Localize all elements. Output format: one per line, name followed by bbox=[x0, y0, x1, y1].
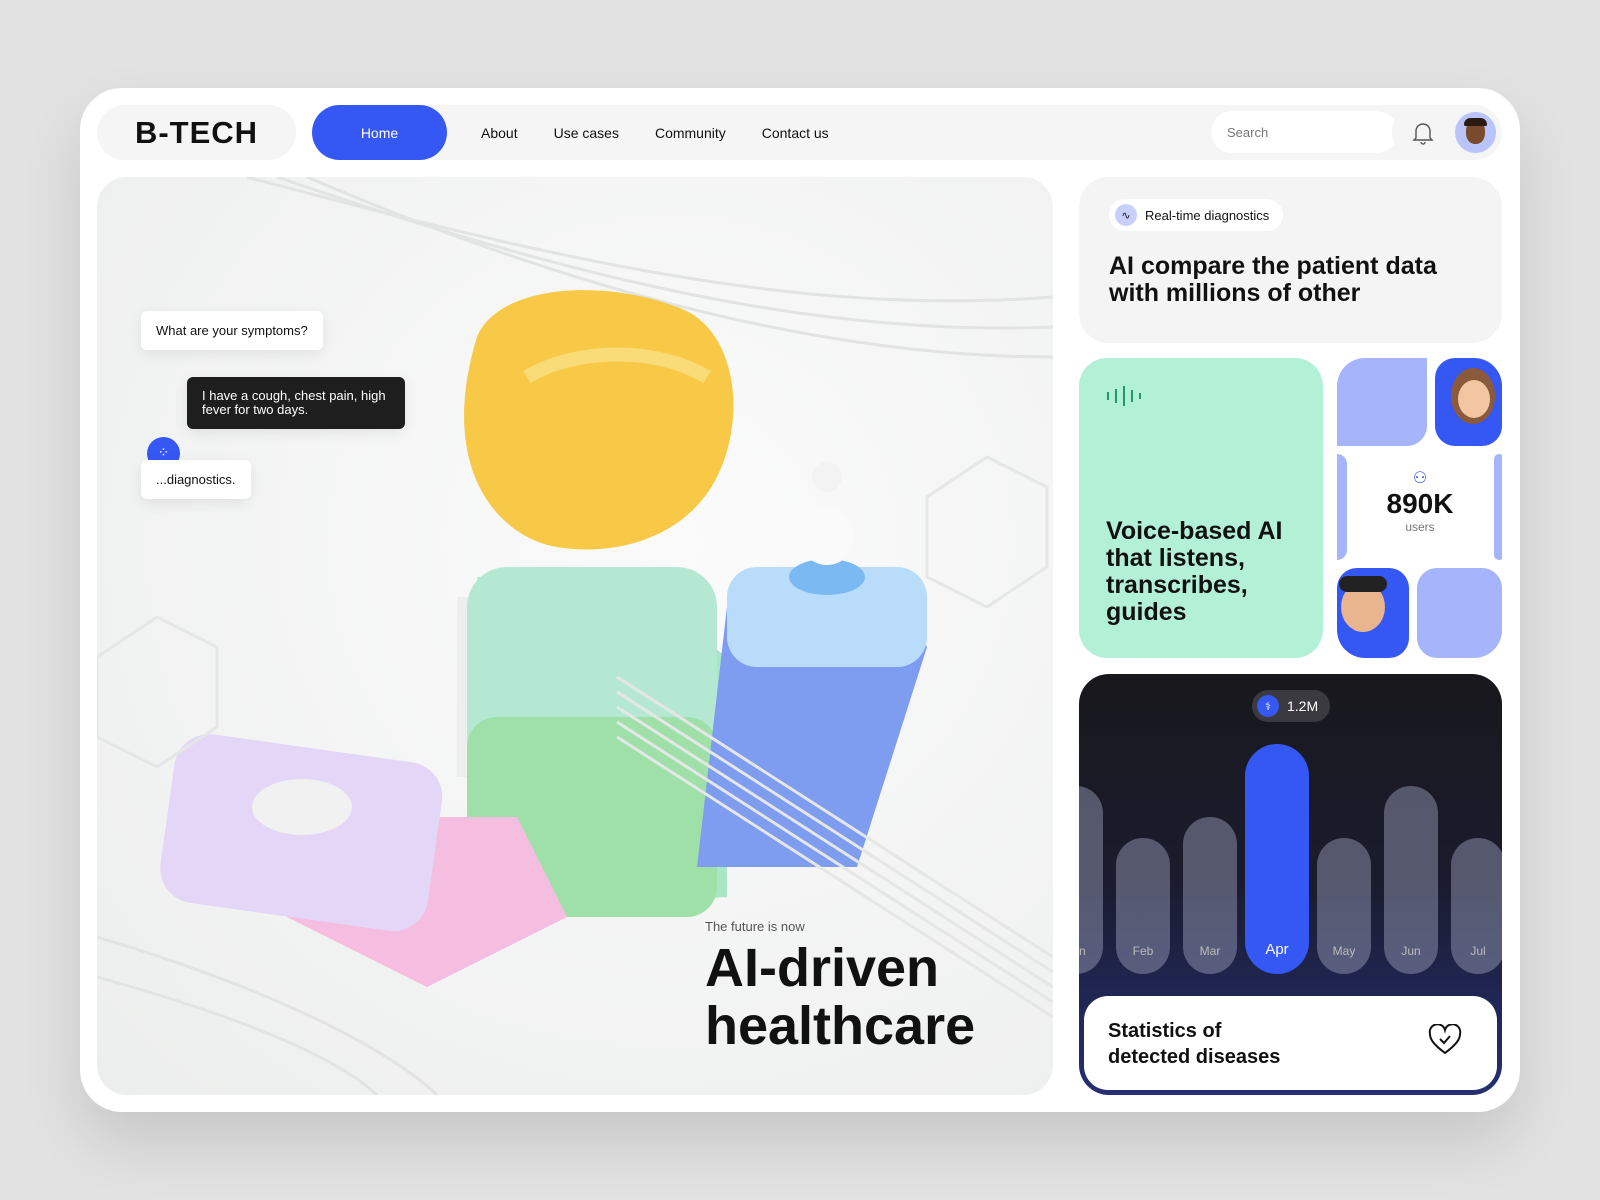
bar-jun[interactable]: Jun bbox=[1384, 786, 1438, 974]
diagnostics-card[interactable]: ∿ Real-time diagnostics AI compare the pa… bbox=[1079, 177, 1502, 343]
logo[interactable]: B-TECH bbox=[97, 105, 296, 160]
voice-title: Voice-based AI that listens, transcribes… bbox=[1106, 517, 1283, 626]
users-label: users bbox=[1405, 520, 1435, 534]
chat-bubble-reply: I have a cough, chest pain, high fever f… bbox=[187, 377, 405, 429]
hero-title-line: AI-driven bbox=[705, 938, 940, 998]
avatar-man bbox=[1337, 568, 1409, 658]
nav-community[interactable]: Community bbox=[655, 125, 726, 141]
pulse-icon: ∿ bbox=[1115, 204, 1137, 226]
top-nav: Home About Use cases Community Contact u… bbox=[312, 105, 1455, 160]
tooltip-value: 1.2M bbox=[1287, 698, 1319, 714]
bar-label: Apr bbox=[1265, 941, 1289, 958]
voice-card[interactable]: Voice-based AI that listens, transcribes… bbox=[1079, 358, 1323, 658]
waveform-icon bbox=[1107, 386, 1141, 406]
search-input[interactable] bbox=[1211, 111, 1398, 153]
hero-title: AI-driven healthcare bbox=[705, 939, 975, 1055]
nav-home[interactable]: Home bbox=[312, 105, 447, 160]
badge-label: Real-time diagnostics bbox=[1145, 207, 1270, 223]
bar-label: Jan bbox=[1079, 943, 1086, 958]
bar-jan[interactable]: Jan bbox=[1079, 786, 1103, 974]
users-value: 890K bbox=[1386, 488, 1454, 519]
avatar[interactable] bbox=[1455, 112, 1496, 153]
stats-title-line: Statistics of bbox=[1108, 1020, 1222, 1042]
stethoscope-icon: ⚕ bbox=[1257, 695, 1279, 717]
hero-eyebrow: The future is now bbox=[705, 919, 805, 934]
chat-bubble-question: What are your symptoms? bbox=[141, 311, 323, 350]
bar-label: May bbox=[1332, 943, 1356, 958]
nav-about[interactable]: About bbox=[481, 125, 518, 141]
hero-banner: What are your symptoms? I have a cough, … bbox=[97, 177, 1053, 1095]
bar-may[interactable]: May bbox=[1317, 837, 1371, 974]
bar-label: Jul bbox=[1470, 943, 1486, 958]
stats-title: Statistics of detected diseases bbox=[1108, 1018, 1280, 1070]
nav-use-cases[interactable]: Use cases bbox=[554, 125, 619, 141]
app-frame: B-TECH Home About Use cases Community Co… bbox=[80, 88, 1520, 1112]
bar-label: Mar bbox=[1199, 943, 1221, 958]
nav-contact[interactable]: Contact us bbox=[762, 125, 829, 141]
avatar-woman bbox=[1435, 358, 1502, 446]
bar-mar[interactable]: Mar bbox=[1183, 816, 1237, 974]
hero-title-line: healthcare bbox=[705, 996, 976, 1056]
diagnostics-badge: ∿ Real-time diagnostics bbox=[1109, 199, 1284, 231]
users-card[interactable]: ⚇ 890K users bbox=[1337, 358, 1502, 658]
user-icon: ⚇ bbox=[1412, 470, 1428, 487]
bar-label: Jun bbox=[1401, 943, 1421, 958]
users-stat: ⚇ 890K users bbox=[1355, 456, 1485, 556]
stats-title-line: detected diseases bbox=[1108, 1046, 1281, 1068]
user-area bbox=[1392, 105, 1502, 160]
diagnostics-title: AI compare the patient data with million… bbox=[1109, 252, 1437, 307]
bar-label: Feb bbox=[1132, 943, 1154, 958]
bell-icon[interactable] bbox=[1412, 121, 1434, 145]
bar-jul[interactable]: Jul bbox=[1451, 837, 1502, 974]
chat-bubble-diagnostics: ...diagnostics. bbox=[141, 460, 251, 499]
heart-check-icon[interactable] bbox=[1428, 1024, 1462, 1056]
highlight-tooltip: ⚕ 1.2M bbox=[1252, 690, 1331, 722]
bar-apr[interactable]: Apr bbox=[1245, 744, 1309, 974]
stats-card[interactable]: Jan Feb Mar Apr May Jun Jul ⚕ 1.2M Statistics o… bbox=[1079, 674, 1502, 1095]
stats-footer: Statistics of detected diseases bbox=[1084, 996, 1497, 1090]
bar-feb[interactable]: Feb bbox=[1116, 837, 1170, 974]
